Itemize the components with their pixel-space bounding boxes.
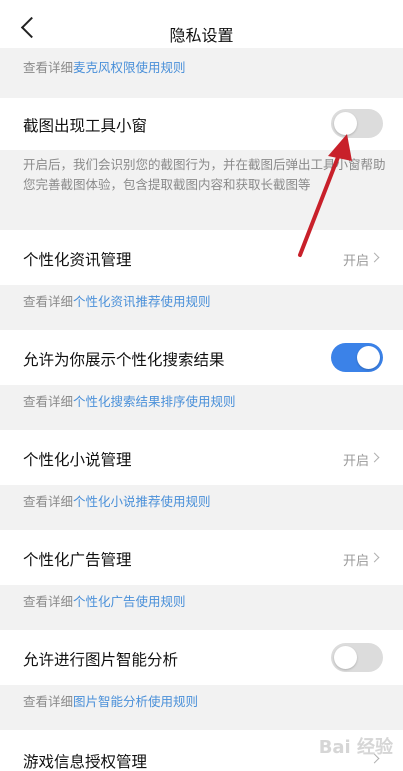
search-rules-link[interactable]: 个性化搜索结果排序使用规则 — [73, 394, 236, 409]
info-prefix: 查看详细 — [23, 294, 74, 309]
microphone-info: 查看详细麦克风权限使用规则 — [0, 48, 403, 88]
novel-row[interactable]: 个性化小说管理 开启 — [0, 430, 403, 485]
watermark: Bai 经验 — [318, 737, 393, 758]
info-prefix: 查看详细 — [23, 594, 74, 609]
novel-rules-link[interactable]: 个性化小说推荐使用规则 — [73, 494, 211, 509]
screenshot-toolbar-row: 截图出现工具小窗 — [0, 98, 403, 150]
info-prefix: 查看详细 — [23, 394, 74, 409]
image-analysis-label: 允许进行图片智能分析 — [23, 651, 179, 669]
game-label: 游戏信息授权管理 — [23, 753, 148, 771]
news-info: 查看详细个性化资讯推荐使用规则 — [0, 285, 403, 317]
toggle-knob — [334, 112, 357, 135]
image-analysis-info: 查看详细图片智能分析使用规则 — [0, 685, 403, 717]
search-toggle[interactable] — [331, 343, 383, 372]
info-prefix: 查看详细 — [23, 494, 74, 509]
screenshot-toolbar-toggle[interactable] — [331, 109, 383, 138]
microphone-rules-link[interactable]: 麦克风权限使用规则 — [73, 60, 186, 75]
ads-label: 个性化广告管理 — [23, 551, 132, 569]
news-row[interactable]: 个性化资讯管理 开启 — [0, 230, 403, 285]
search-row: 允许为你展示个性化搜索结果 — [0, 330, 403, 385]
chevron-right-icon — [369, 452, 380, 463]
search-label: 允许为你展示个性化搜索结果 — [23, 351, 225, 369]
news-rules-link[interactable]: 个性化资讯推荐使用规则 — [73, 294, 211, 309]
header-bar: 隐私设置 — [0, 0, 403, 48]
news-label: 个性化资讯管理 — [23, 251, 132, 269]
novel-status: 开启 — [342, 454, 369, 469]
novel-label: 个性化小说管理 — [23, 451, 132, 469]
ads-status: 开启 — [342, 554, 369, 569]
search-info: 查看详细个性化搜索结果排序使用规则 — [0, 385, 403, 417]
toggle-knob — [334, 646, 357, 669]
ads-info: 查看详细个性化广告使用规则 — [0, 585, 403, 617]
info-prefix: 查看详细 — [23, 694, 74, 709]
screenshot-toolbar-description: 开启后，我们会识别您的截图行为，并在截图后弹出工具小窗帮助您完善截图体验，包含提… — [23, 157, 386, 192]
image-analysis-toggle[interactable] — [331, 643, 383, 672]
ads-rules-link[interactable]: 个性化广告使用规则 — [73, 594, 186, 609]
ads-row[interactable]: 个性化广告管理 开启 — [0, 530, 403, 585]
toggle-knob — [357, 346, 380, 369]
screenshot-toolbar-label: 截图出现工具小窗 — [23, 117, 148, 135]
novel-info: 查看详细个性化小说推荐使用规则 — [0, 485, 403, 517]
info-prefix: 查看详细 — [23, 60, 74, 75]
image-analysis-rules-link[interactable]: 图片智能分析使用规则 — [73, 694, 198, 709]
image-analysis-row: 允许进行图片智能分析 — [0, 630, 403, 685]
news-status: 开启 — [342, 254, 369, 269]
page-title: 隐私设置 — [169, 26, 234, 45]
chevron-right-icon — [369, 552, 380, 563]
chevron-right-icon — [369, 252, 380, 263]
